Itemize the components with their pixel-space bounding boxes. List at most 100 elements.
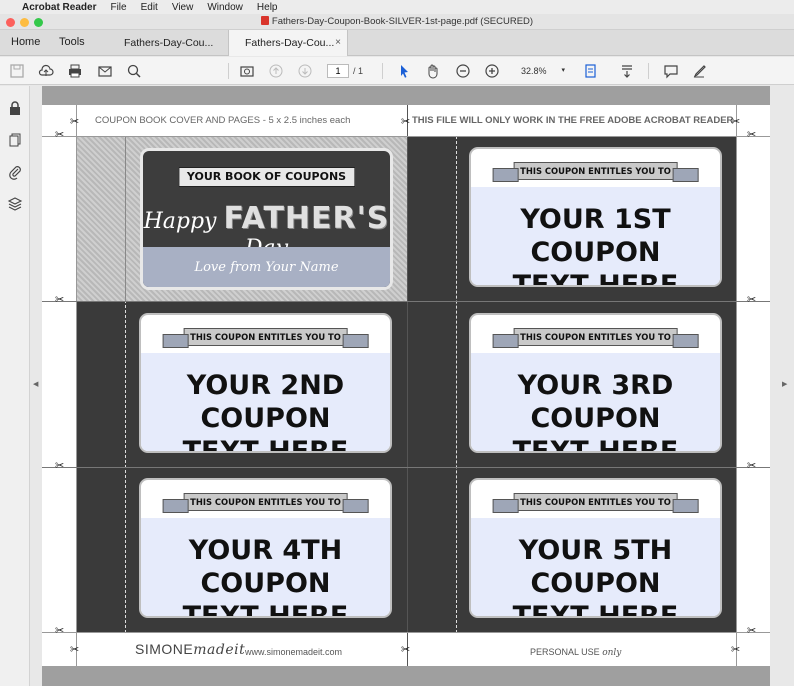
coupon-line2: TEXT HERE bbox=[512, 270, 679, 287]
coupon-line1: YOUR 4TH COUPON bbox=[188, 535, 343, 599]
window-title: Fathers-Day-Coupon-Book-SILVER-1st-page.… bbox=[271, 16, 534, 27]
menu-help[interactable]: Help bbox=[257, 2, 278, 13]
footer-personal-use-text: PERSONAL USE bbox=[530, 647, 600, 657]
tab-document-2[interactable]: Fathers-Day-Cou... × bbox=[228, 30, 348, 56]
footer-personal-use: PERSONAL USE only bbox=[530, 647, 621, 658]
cut-line bbox=[42, 632, 770, 633]
coupon-card-3: THIS COUPON ENTITLES YOU TO YOUR 3RD COU… bbox=[469, 313, 722, 453]
select-arrow-icon[interactable] bbox=[395, 62, 413, 80]
toolbar: 1 / 1 32.8% ▾ bbox=[0, 57, 794, 85]
coupon-text: YOUR 3RD COUPON TEXT HERE bbox=[471, 369, 720, 453]
coupon-card-1: THIS COUPON ENTITLES YOU TO YOUR 1ST COU… bbox=[469, 147, 722, 287]
cut-line bbox=[42, 467, 770, 468]
cover-love-from: Love from Your Name bbox=[194, 260, 339, 275]
scissors-icon: ✂ bbox=[731, 116, 741, 128]
coupon-book-cover: YOUR BOOK OF COUPONS Happy FATHER'S Day … bbox=[140, 148, 393, 290]
left-tool-rail bbox=[0, 86, 30, 686]
cut-line bbox=[42, 301, 770, 302]
menu-view[interactable]: View bbox=[172, 2, 194, 13]
zoom-level-value: 32.8% bbox=[521, 66, 547, 76]
snapshot-icon[interactable] bbox=[238, 62, 256, 80]
window-titlebar: Fathers-Day-Coupon-Book-SILVER-1st-page.… bbox=[0, 14, 794, 30]
comment-icon[interactable] bbox=[662, 62, 680, 80]
close-tab-icon[interactable]: × bbox=[335, 37, 341, 48]
page-header-right: THIS FILE WILL ONLY WORK IN THE FREE ADO… bbox=[412, 115, 734, 126]
coupon-line2: TEXT HERE bbox=[512, 436, 679, 453]
page-fit-icon[interactable] bbox=[582, 62, 600, 80]
find-zoom-icon[interactable] bbox=[125, 62, 143, 80]
cut-line bbox=[407, 105, 408, 666]
scissors-icon: ✂ bbox=[401, 644, 411, 656]
coupon-line1: YOUR 2ND COUPON bbox=[186, 370, 345, 434]
tab-home[interactable]: Home bbox=[11, 36, 40, 48]
footer-personal-use-script: only bbox=[602, 648, 622, 658]
pages-icon[interactable] bbox=[7, 132, 23, 148]
attachment-icon[interactable] bbox=[7, 164, 23, 180]
prev-page-icon[interactable] bbox=[267, 62, 285, 80]
brand-script: madeit bbox=[193, 642, 246, 658]
chevron-down-icon: ▾ bbox=[561, 67, 565, 74]
page-header-left: COUPON BOOK COVER AND PAGES - 5 x 2.5 in… bbox=[95, 115, 351, 126]
coupon-banner: THIS COUPON ENTITLES YOU TO bbox=[492, 493, 699, 513]
tab-bar: Home Tools Fathers-Day-Cou... Fathers-Da… bbox=[0, 30, 794, 56]
toolbar-divider bbox=[382, 63, 383, 79]
fold-line bbox=[456, 136, 457, 633]
hand-tool-icon[interactable] bbox=[424, 62, 442, 80]
coupon-banner: THIS COUPON ENTITLES YOU TO bbox=[492, 162, 699, 182]
scissors-icon: ✂ bbox=[70, 644, 80, 656]
cover-happy: Happy bbox=[143, 209, 217, 234]
toolbar-divider bbox=[228, 63, 229, 79]
brand-logo: SIMONEmadeit bbox=[135, 641, 245, 658]
coupon-card-2: THIS COUPON ENTITLES YOU TO YOUR 2ND COU… bbox=[139, 313, 392, 453]
tab-document-1[interactable]: Fathers-Day-Cou... bbox=[108, 30, 228, 56]
layers-icon[interactable] bbox=[7, 196, 23, 212]
expand-right-panel-icon[interactable]: ▶ bbox=[782, 380, 787, 388]
sign-pen-icon[interactable] bbox=[691, 62, 709, 80]
upload-cloud-icon[interactable] bbox=[37, 62, 55, 80]
scroll-mode-icon[interactable] bbox=[618, 62, 636, 80]
coupon-line2: TEXT HERE bbox=[182, 436, 349, 453]
coupon-line1: YOUR 1ST COUPON bbox=[520, 204, 671, 268]
pdf-file-icon bbox=[260, 16, 269, 25]
print-icon[interactable] bbox=[66, 62, 84, 80]
scissors-icon: ✂ bbox=[55, 625, 65, 637]
page-total: / 1 bbox=[353, 66, 364, 76]
coupon-card-4: THIS COUPON ENTITLES YOU TO YOUR 4TH COU… bbox=[139, 478, 392, 618]
footer-url: www.simonemadeit.com bbox=[245, 647, 343, 657]
cut-line bbox=[76, 105, 77, 666]
menu-file[interactable]: File bbox=[110, 2, 126, 13]
cover-fathers: FATHER'S bbox=[223, 201, 390, 236]
menu-app[interactable]: Acrobat Reader bbox=[22, 2, 96, 13]
menu-window[interactable]: Window bbox=[207, 2, 243, 13]
coupon-line2: TEXT HERE bbox=[182, 601, 349, 618]
scissors-icon: ✂ bbox=[55, 129, 65, 141]
zoom-in-icon[interactable] bbox=[483, 62, 501, 80]
zoom-level-select[interactable]: 32.8% ▾ bbox=[515, 64, 567, 78]
page-number-input[interactable]: 1 bbox=[327, 64, 349, 78]
toolbar-divider bbox=[648, 63, 649, 79]
coupon-banner: THIS COUPON ENTITLES YOU TO bbox=[492, 328, 699, 348]
scissors-icon: ✂ bbox=[747, 294, 757, 306]
next-page-icon[interactable] bbox=[296, 62, 314, 80]
cut-line bbox=[42, 136, 770, 137]
scissors-icon: ✂ bbox=[747, 460, 757, 472]
tab-document-1-label: Fathers-Day-Cou... bbox=[124, 37, 214, 49]
coupon-text: YOUR 1ST COUPON TEXT HERE bbox=[471, 203, 720, 287]
coupon-text: YOUR 5TH COUPON TEXT HERE bbox=[471, 534, 720, 616]
cover-banner: YOUR BOOK OF COUPONS bbox=[177, 167, 356, 187]
tab-document-2-label: Fathers-Day-Cou... bbox=[245, 37, 335, 49]
coupon-line1: YOUR 3RD COUPON bbox=[517, 370, 674, 434]
menu-edit[interactable]: Edit bbox=[141, 2, 158, 13]
save-icon[interactable] bbox=[8, 62, 26, 80]
lock-icon[interactable] bbox=[7, 100, 23, 116]
scissors-icon: ✂ bbox=[55, 294, 65, 306]
email-icon[interactable] bbox=[96, 62, 114, 80]
coupon-banner: THIS COUPON ENTITLES YOU TO bbox=[162, 328, 369, 348]
cut-line bbox=[736, 105, 737, 666]
scissors-icon: ✂ bbox=[70, 116, 80, 128]
scissors-icon: ✂ bbox=[731, 644, 741, 656]
scissors-icon: ✂ bbox=[747, 625, 757, 637]
tab-tools[interactable]: Tools bbox=[59, 36, 85, 48]
zoom-out-icon[interactable] bbox=[454, 62, 472, 80]
collapse-left-panel-icon[interactable]: ◀ bbox=[33, 380, 38, 388]
